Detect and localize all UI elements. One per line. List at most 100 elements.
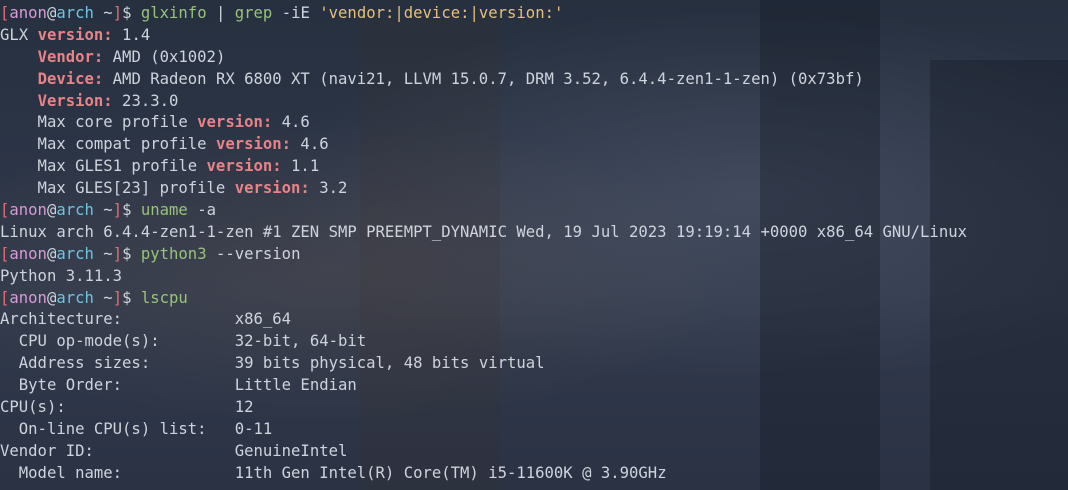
command-string: 'vendor:|device:|version:' [319, 4, 564, 22]
prompt-bracket: ] [112, 244, 123, 263]
command-args: --version [206, 244, 301, 263]
prompt-bracket: [ [0, 288, 10, 307]
prompt-line: [anon@arch ~]$ uname -a [0, 200, 1068, 222]
lscpu-row: Model name: 11th Gen Intel(R) Core(TM) i… [0, 463, 1068, 485]
lscpu-label: Byte Order: [0, 376, 235, 395]
output-line: Linux arch 6.4.4-zen1-1-zen #1 ZEN SMP P… [0, 222, 1068, 244]
command: uname [140, 201, 188, 220]
prompt-bracket: [ [0, 4, 10, 22]
lscpu-label: CPU op-mode(s): [0, 332, 235, 351]
grep-match: version: [234, 179, 310, 198]
prompt-dollar: $ [122, 201, 141, 220]
terminal-output[interactable]: [anon@arch ~]$ glxinfo | grep -iE 'vendo… [0, 3, 1068, 485]
output-text: 23.3.0 [112, 91, 179, 110]
grep-match: version: [37, 25, 113, 44]
prompt-dir: ~ [93, 201, 113, 220]
prompt-at: @ [46, 4, 57, 22]
prompt-user: anon [9, 4, 47, 22]
prompt-dollar: $ [122, 4, 141, 22]
lscpu-value: x86_64 [234, 310, 292, 329]
lscpu-row: CPU(s): 12 [0, 397, 1068, 419]
output-text: Linux arch 6.4.4-zen1-1-zen #1 ZEN SMP P… [0, 222, 967, 241]
command-args: -iE [272, 4, 320, 22]
prompt-line: [anon@arch ~]$ glxinfo | grep -iE 'vendo… [0, 3, 1068, 25]
lscpu-label: On-line CPU(s) list: [0, 419, 235, 438]
output-text: 1.1 [281, 157, 320, 176]
prompt-bracket: ] [112, 288, 123, 307]
grep-match: version: [197, 113, 273, 132]
grep-match: Version: [37, 91, 113, 110]
prompt-bracket: [ [0, 244, 10, 263]
output-line: Max core profile version: 4.6 [0, 112, 1068, 134]
lscpu-value: 32-bit, 64-bit [234, 332, 367, 351]
output-line: Max GLES1 profile version: 1.1 [0, 156, 1068, 178]
lscpu-value: 39 bits physical, 48 bits virtual [234, 354, 545, 373]
output-text: Max compat profile [0, 135, 216, 154]
lscpu-label: Address sizes: [0, 354, 235, 373]
command: python3 [140, 244, 207, 263]
lscpu-row: Architecture: x86_64 [0, 309, 1068, 331]
prompt-user: anon [9, 201, 47, 220]
prompt-user: anon [9, 288, 47, 307]
output-text: Max core profile [0, 113, 198, 132]
prompt-dollar: $ [122, 288, 141, 307]
grep-match: Vendor: [37, 47, 104, 66]
prompt-at: @ [46, 201, 57, 220]
prompt-host: arch [56, 244, 94, 263]
output-line: Max GLES[23] profile version: 3.2 [0, 178, 1068, 200]
grep-match: version: [206, 157, 282, 176]
output-line: Python 3.11.3 [0, 266, 1068, 288]
lscpu-label: Architecture: [0, 310, 235, 329]
output-line: Device: AMD Radeon RX 6800 XT (navi21, L… [0, 69, 1068, 91]
prompt-at: @ [46, 244, 57, 263]
lscpu-value: 0-11 [234, 419, 273, 438]
output-line: Max compat profile version: 4.6 [0, 134, 1068, 156]
lscpu-output: Architecture: x86_64 CPU op-mode(s): 32-… [0, 309, 1068, 484]
grep-match: Device: [37, 69, 104, 88]
lscpu-label: Model name: [0, 463, 235, 482]
output-line: Vendor: AMD (0x1002) [0, 47, 1068, 69]
prompt-dir: ~ [93, 4, 113, 22]
command-args: -a [187, 201, 216, 220]
output-text: AMD Radeon RX 6800 XT (navi21, LLVM 15.0… [103, 69, 864, 88]
command-pipe: | [206, 4, 235, 22]
lscpu-row: Vendor ID: GenuineIntel [0, 441, 1068, 463]
prompt-user: anon [9, 244, 47, 263]
prompt-dir: ~ [93, 244, 113, 263]
prompt-dir: ~ [93, 288, 113, 307]
command: grep [234, 4, 273, 22]
prompt-at: @ [46, 288, 57, 307]
lscpu-value: GenuineIntel [234, 441, 348, 460]
output-line: Version: 23.3.0 [0, 91, 1068, 113]
prompt-line: [anon@arch ~]$ lscpu [0, 288, 1068, 310]
output-text: 4.6 [291, 135, 329, 154]
lscpu-label: CPU(s): [0, 398, 235, 417]
command: lscpu [140, 288, 188, 307]
prompt-host: arch [56, 201, 94, 220]
lscpu-value: 12 [234, 398, 254, 417]
prompt-bracket: ] [112, 201, 123, 220]
lscpu-value: Little Endian [234, 376, 357, 395]
lscpu-row: CPU op-mode(s): 32-bit, 64-bit [0, 331, 1068, 353]
output-text: Max GLES[23] profile [0, 179, 235, 198]
lscpu-row: Byte Order: Little Endian [0, 375, 1068, 397]
prompt-dollar: $ [122, 244, 141, 263]
command: glxinfo [140, 4, 207, 22]
output-text: 4.6 [272, 113, 310, 132]
output-line: GLX version: 1.4 [0, 25, 1068, 47]
lscpu-value: 11th Gen Intel(R) Core(TM) i5-11600K @ 3… [234, 463, 667, 482]
lscpu-label: Vendor ID: [0, 441, 235, 460]
output-text: 3.2 [309, 179, 348, 198]
prompt-line: [anon@arch ~]$ python3 --version [0, 244, 1068, 266]
prompt-host: arch [56, 4, 94, 22]
prompt-host: arch [56, 288, 94, 307]
prompt-bracket: [ [0, 201, 10, 220]
output-text: AMD (0x1002) [103, 47, 226, 66]
output-text: GLX [0, 25, 38, 44]
output-text: Max GLES1 profile [0, 157, 207, 176]
prompt-bracket: ] [112, 4, 123, 22]
output-text: Python 3.11.3 [0, 266, 123, 285]
